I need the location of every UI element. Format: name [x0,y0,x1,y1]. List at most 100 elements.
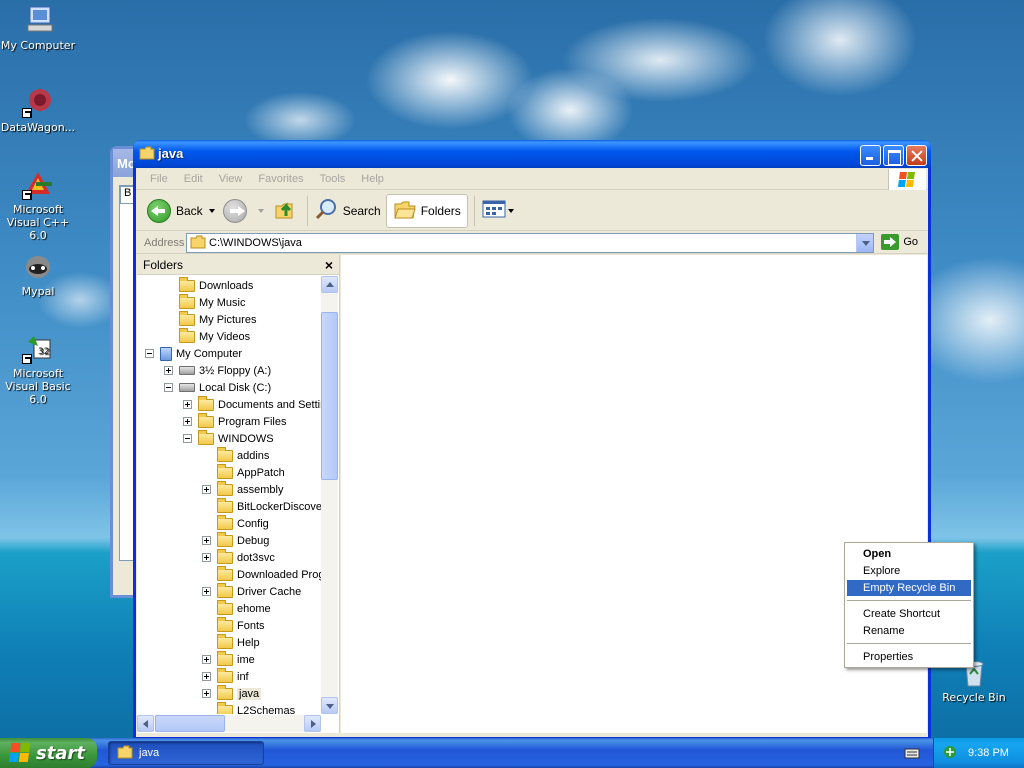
tree-item[interactable]: L2Schemas [202,701,295,714]
tree-item[interactable]: My Computer [145,345,242,362]
up-button[interactable] [269,194,301,228]
scroll-right-icon[interactable] [304,715,321,732]
tree-item[interactable]: Driver Cache [202,582,301,600]
tree-item[interactable]: WINDOWS [183,429,274,447]
tree-item[interactable]: ehome [202,599,271,617]
tree-item[interactable]: My Pictures [164,310,256,328]
desktop-icon-visual-basic[interactable]: 32 Microsoft Visual Basic 6.0 [0,332,78,406]
menu-view[interactable]: View [211,173,251,185]
tree-item[interactable]: Documents and Settin [183,395,321,413]
collapse-icon[interactable] [183,434,192,443]
back-arrow-icon [147,198,171,223]
menu-help[interactable]: Help [353,173,392,185]
menu-favorites[interactable]: Favorites [250,173,311,185]
expand-icon[interactable] [183,400,192,409]
minimize-button[interactable] [860,145,881,166]
tree-item[interactable]: Config [202,514,269,532]
views-dropdown-icon[interactable] [507,208,514,213]
desktop-icon-mypal[interactable]: Mypal [0,250,78,298]
context-menu-empty-recycle-bin[interactable]: Empty Recycle Bin [847,580,971,596]
close-button[interactable] [906,145,927,166]
address-field[interactable]: C:\WINDOWS\java [186,233,874,253]
toolbar: Back Search Folders [136,191,928,231]
maximize-button[interactable] [883,145,904,166]
forward-dropdown-icon[interactable] [257,208,264,213]
tree-item-label: BitLockerDiscover [237,500,321,513]
views-button[interactable] [479,194,517,228]
vertical-scrollbar[interactable] [321,276,338,714]
collapse-icon[interactable] [145,349,154,358]
desktop-icon-datawagon[interactable]: DataWagon... [0,86,78,134]
expand-icon[interactable] [183,417,192,426]
context-menu: Open Explore Empty Recycle Bin Create Sh… [844,542,974,668]
horizontal-scroll-thumb[interactable] [155,715,225,732]
folder-icon [117,745,133,762]
tree-item[interactable]: Downloaded Prog [202,565,321,583]
tree-item[interactable]: My Music [164,293,245,311]
tree-item[interactable]: addins [202,446,269,464]
network-icon[interactable] [942,744,958,763]
menu-tools[interactable]: Tools [312,173,354,185]
tree-item[interactable]: Local Disk (C:) [164,379,271,396]
folders-button[interactable]: Folders [385,193,468,228]
desktop-icon-my-computer[interactable]: My Computer [0,4,78,52]
tree-item[interactable]: Program Files [183,412,286,430]
expand-icon[interactable] [202,655,211,664]
tree-item[interactable]: dot3svc [202,548,275,566]
go-button[interactable]: Go [881,234,918,250]
collapse-icon[interactable] [164,383,173,392]
tree-item-label: ehome [237,602,271,615]
context-menu-rename[interactable]: Rename [847,623,971,639]
expand-icon[interactable] [202,689,211,698]
taskbar-item-java[interactable]: java [108,741,264,765]
horizontal-scrollbar[interactable] [137,715,321,732]
expand-icon[interactable] [202,553,211,562]
expand-icon[interactable] [202,587,211,596]
tree-item-label: java [237,687,262,700]
tree-item[interactable]: ime [202,650,255,668]
scroll-thumb[interactable] [321,312,338,480]
back-button[interactable]: Back [144,194,218,228]
expand-icon[interactable] [202,672,211,681]
context-menu-properties[interactable]: Properties [847,649,971,665]
start-button[interactable]: start [0,738,97,768]
tree-item[interactable]: java [202,684,262,702]
tree-item[interactable]: 3½ Floppy (A:) [164,362,271,379]
back-dropdown-icon[interactable] [208,208,215,213]
scroll-up-icon[interactable] [321,276,338,293]
menu-edit[interactable]: Edit [176,173,211,185]
keyboard-icon[interactable] [904,746,920,763]
explorer-window[interactable]: java File Edit View Favorites Tools Help… [133,140,931,740]
expand-icon[interactable] [164,366,173,375]
folder-contents-pane[interactable] [341,255,927,733]
search-button[interactable]: Search [312,194,384,228]
tree-item[interactable]: AppPatch [202,463,285,481]
context-menu-explore[interactable]: Explore [847,563,971,579]
folder-icon [217,684,233,700]
menu-file[interactable]: File [142,173,176,185]
tree-item-label: My Videos [199,330,251,343]
tree-item-label: assembly [237,483,284,496]
context-menu-create-shortcut[interactable]: Create Shortcut [847,606,971,622]
scroll-down-icon[interactable] [321,697,338,714]
title-bar[interactable]: java [133,140,931,168]
tree-item[interactable]: assembly [202,480,284,498]
close-pane-icon[interactable]: × [325,257,333,273]
address-dropdown-icon[interactable] [856,234,873,252]
tree-item[interactable]: inf [202,667,249,685]
tree-item[interactable]: My Videos [164,327,251,345]
tree-item[interactable]: Debug [202,531,269,549]
tree-item[interactable]: Help [202,633,260,651]
folder-icon [198,395,214,411]
tree-item[interactable]: Fonts [202,616,265,634]
desktop-icon-visual-cpp[interactable]: Microsoft Visual C++ 6.0 [0,168,78,242]
scroll-left-icon[interactable] [137,715,154,732]
expand-icon[interactable] [202,536,211,545]
folders-pane: Folders × Downloads My Music My Pictures My… [137,255,340,733]
context-menu-open[interactable]: Open [847,546,971,562]
expand-icon[interactable] [202,485,211,494]
tree-item[interactable]: Downloads [164,276,253,294]
forward-button[interactable] [220,194,267,228]
clock[interactable]: 9:38 PM [968,747,1009,759]
tree-item[interactable]: BitLockerDiscover [202,497,321,515]
